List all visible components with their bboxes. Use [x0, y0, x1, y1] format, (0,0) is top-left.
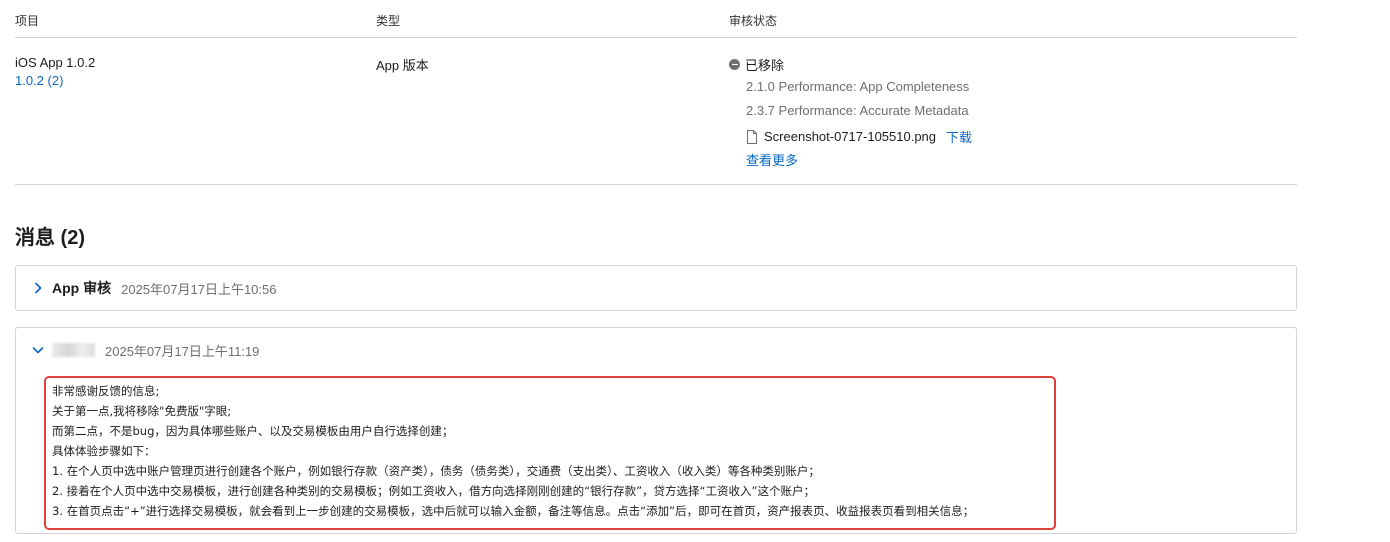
message-header[interactable]: 2025年07月17日上午11:19: [16, 328, 259, 372]
chevron-down-icon[interactable]: [32, 344, 44, 356]
message-collapsed[interactable]: App 审核 2025年07月17日上午10:56: [15, 265, 1297, 311]
message-date: 2025年07月17日上午11:19: [105, 343, 260, 359]
message-line: 2. 接着在个人页中选中交易模板，进行创建各种类别的交易模板；例如工资收入，借方…: [52, 484, 815, 498]
message-line: 而第二点，不是bug，因为具体哪些账户、以及交易模板由用户自行选择创建；: [52, 424, 454, 438]
rejection-reason-2: 2.3.7 Performance: Accurate Metadata: [746, 103, 969, 118]
column-header-review-status: 审核状态: [729, 14, 778, 28]
removed-icon: [729, 59, 740, 70]
item-type: App 版本: [376, 58, 429, 73]
table-row: iOS App 1.0.2 1.0.2 (2) App 版本 已移除 2.1.0…: [15, 38, 1297, 185]
redacted-sender-name: [52, 343, 95, 357]
rejection-reason-1: 2.1.0 Performance: App Completeness: [746, 79, 970, 94]
message-line: 关于第一点,我将移除"免费版"字眼;: [52, 404, 232, 418]
page: 项目 类型 审核状态 iOS App 1.0.2 1.0.2 (2) App 版…: [0, 0, 1390, 542]
message-line: 1. 在个人页中选中账户管理页进行创建各个账户，例如银行存款（资产类），债务（债…: [52, 464, 820, 478]
table-header: 项目 类型 审核状态: [15, 0, 1297, 38]
message-line: 具体体验步骤如下：: [52, 444, 156, 458]
message-expanded: 2025年07月17日上午11:19 非常感谢反馈的信息; 关于第一点,我将移除…: [15, 327, 1297, 534]
chevron-right-icon[interactable]: [32, 282, 44, 294]
messages-title: 消息 (2): [15, 227, 85, 249]
see-more-link[interactable]: 查看更多: [746, 150, 798, 169]
message-sender: App 审核: [52, 280, 112, 296]
attachment-filename: Screenshot-0717-105510.png: [764, 129, 937, 144]
build-version-link[interactable]: 1.0.2 (2): [15, 73, 63, 88]
status-badge: 已移除: [729, 55, 784, 74]
message-header[interactable]: App 审核 2025年07月17日上午10:56: [16, 266, 276, 310]
message-body-highlighted: 非常感谢反馈的信息; 关于第一点,我将移除"免费版"字眼; 而第二点，不是bug…: [44, 376, 1056, 530]
column-header-item: 项目: [15, 14, 40, 28]
column-header-type: 类型: [376, 14, 401, 28]
download-link[interactable]: 下载: [946, 127, 972, 146]
document-icon: [747, 129, 757, 144]
status-text: 已移除: [745, 58, 785, 73]
message-line: 非常感谢反馈的信息;: [52, 384, 160, 398]
attachment: Screenshot-0717-105510.png 下载: [746, 127, 972, 146]
item-name: iOS App 1.0.2: [15, 55, 96, 70]
message-line: 3. 在首页点击“+”进行选择交易模板，就会看到上一步创建的交易模板，选中后就可…: [52, 504, 975, 518]
message-date: 2025年07月17日上午10:56: [121, 281, 277, 297]
